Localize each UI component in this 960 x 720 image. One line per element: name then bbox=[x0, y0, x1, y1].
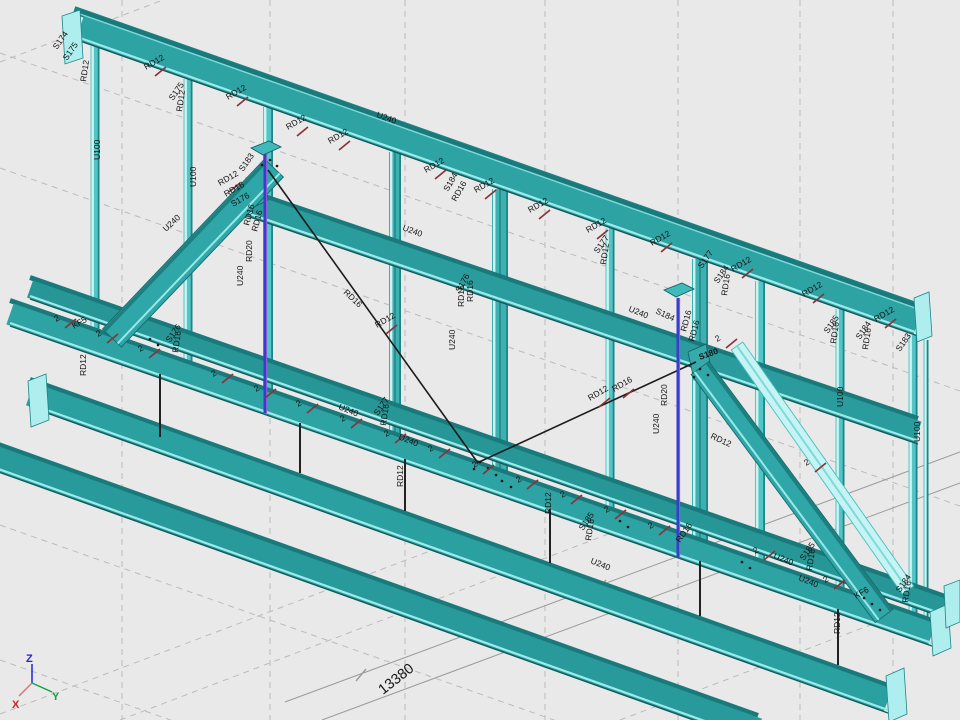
part-mark-label: 2 bbox=[713, 333, 722, 344]
bolt-dot bbox=[741, 561, 744, 564]
bracing-rod[interactable] bbox=[477, 362, 696, 463]
bolt-dot bbox=[157, 344, 160, 347]
part-mark-label: RD20 bbox=[244, 240, 254, 262]
chord-beam[interactable] bbox=[10, 301, 932, 647]
vertical-member[interactable] bbox=[184, 79, 193, 366]
part-mark-label: S184 bbox=[654, 306, 676, 324]
vertical-member[interactable] bbox=[909, 335, 918, 618]
part-mark-label: RD16 bbox=[583, 518, 596, 541]
part-mark-label: RD12 bbox=[543, 492, 553, 514]
part-mark-label: RD12 bbox=[78, 59, 91, 82]
anchor-plate[interactable] bbox=[664, 283, 694, 297]
part-mark-label: RD12 bbox=[832, 612, 842, 634]
axis-arrow bbox=[32, 683, 52, 692]
bolt-dot bbox=[879, 609, 882, 612]
connection-tick bbox=[297, 127, 308, 136]
bolt-dot bbox=[479, 461, 482, 464]
connection-tick bbox=[339, 141, 350, 150]
vertical-member[interactable] bbox=[91, 46, 100, 334]
part-mark-label: U240 bbox=[447, 329, 457, 350]
vertical-member[interactable] bbox=[492, 189, 508, 474]
bolt-dot bbox=[261, 164, 264, 167]
bolt-dot bbox=[749, 567, 752, 570]
bolt-dot bbox=[495, 474, 498, 477]
bolt-dot bbox=[510, 486, 513, 489]
part-mark-label: U240 bbox=[161, 212, 183, 233]
bolt-dot bbox=[627, 526, 630, 529]
channel-end-face bbox=[28, 374, 49, 427]
part-mark-label: RD12 bbox=[395, 465, 405, 487]
part-mark-label: U240 bbox=[589, 556, 612, 573]
connection-tick bbox=[435, 170, 446, 179]
channel-end-face bbox=[886, 668, 907, 720]
bolt-dot bbox=[276, 165, 279, 168]
axis-label-x: X bbox=[12, 699, 20, 711]
part-mark-label: U100 bbox=[912, 421, 922, 442]
bolt-dot bbox=[149, 338, 152, 341]
bolt-dot bbox=[619, 520, 622, 523]
anchor-plate[interactable] bbox=[251, 141, 281, 155]
part-mark-label: RD16 bbox=[860, 327, 873, 350]
vertical-member[interactable] bbox=[692, 259, 708, 543]
channel-end-face bbox=[914, 292, 932, 342]
part-mark-label: U100 bbox=[188, 166, 198, 187]
grid-line-y bbox=[0, 53, 960, 391]
vertical-member[interactable] bbox=[755, 281, 765, 564]
chord-beam[interactable] bbox=[0, 442, 758, 720]
part-mark-label: U100 bbox=[835, 386, 845, 407]
vertical-member[interactable] bbox=[606, 228, 615, 512]
bolt-dot bbox=[693, 376, 696, 379]
bolt-dot bbox=[501, 480, 504, 483]
axis-label-z: Z bbox=[26, 653, 33, 665]
vertical-member[interactable] bbox=[924, 340, 929, 624]
part-mark-label: RD12 bbox=[78, 354, 88, 376]
chord-beams[interactable] bbox=[0, 10, 948, 720]
bolt-dot bbox=[707, 374, 710, 377]
model-view-3d[interactable]: S174S175RD12RD12S175RD12U100RD12S183RD12… bbox=[0, 0, 960, 720]
vertical-member[interactable] bbox=[389, 152, 401, 438]
part-mark-label: RD16 bbox=[342, 287, 365, 309]
channel-end-face bbox=[944, 580, 960, 628]
connection-tick bbox=[623, 389, 634, 398]
part-mark-label: U100 bbox=[92, 139, 102, 160]
part-mark-label: RD12 bbox=[709, 431, 733, 449]
part-mark-label: RD20 bbox=[659, 384, 669, 406]
axis-arrow bbox=[19, 683, 32, 696]
bolt-dot bbox=[269, 159, 272, 162]
part-mark-label: RD16 bbox=[719, 273, 732, 296]
part-mark-label: U240 bbox=[651, 413, 661, 434]
bolt-dot bbox=[699, 368, 702, 371]
bolt-dot bbox=[871, 603, 874, 606]
axis-label-y: Y bbox=[52, 691, 60, 703]
part-mark-label: U240 bbox=[627, 304, 650, 321]
part-mark-label: S183 bbox=[236, 151, 256, 173]
cad-viewport[interactable]: S174S175RD12RD12S175RD12U100RD12S183RD12… bbox=[0, 0, 960, 720]
part-mark-label: U240 bbox=[235, 265, 245, 286]
part-mark-label: RD16 bbox=[465, 280, 475, 302]
